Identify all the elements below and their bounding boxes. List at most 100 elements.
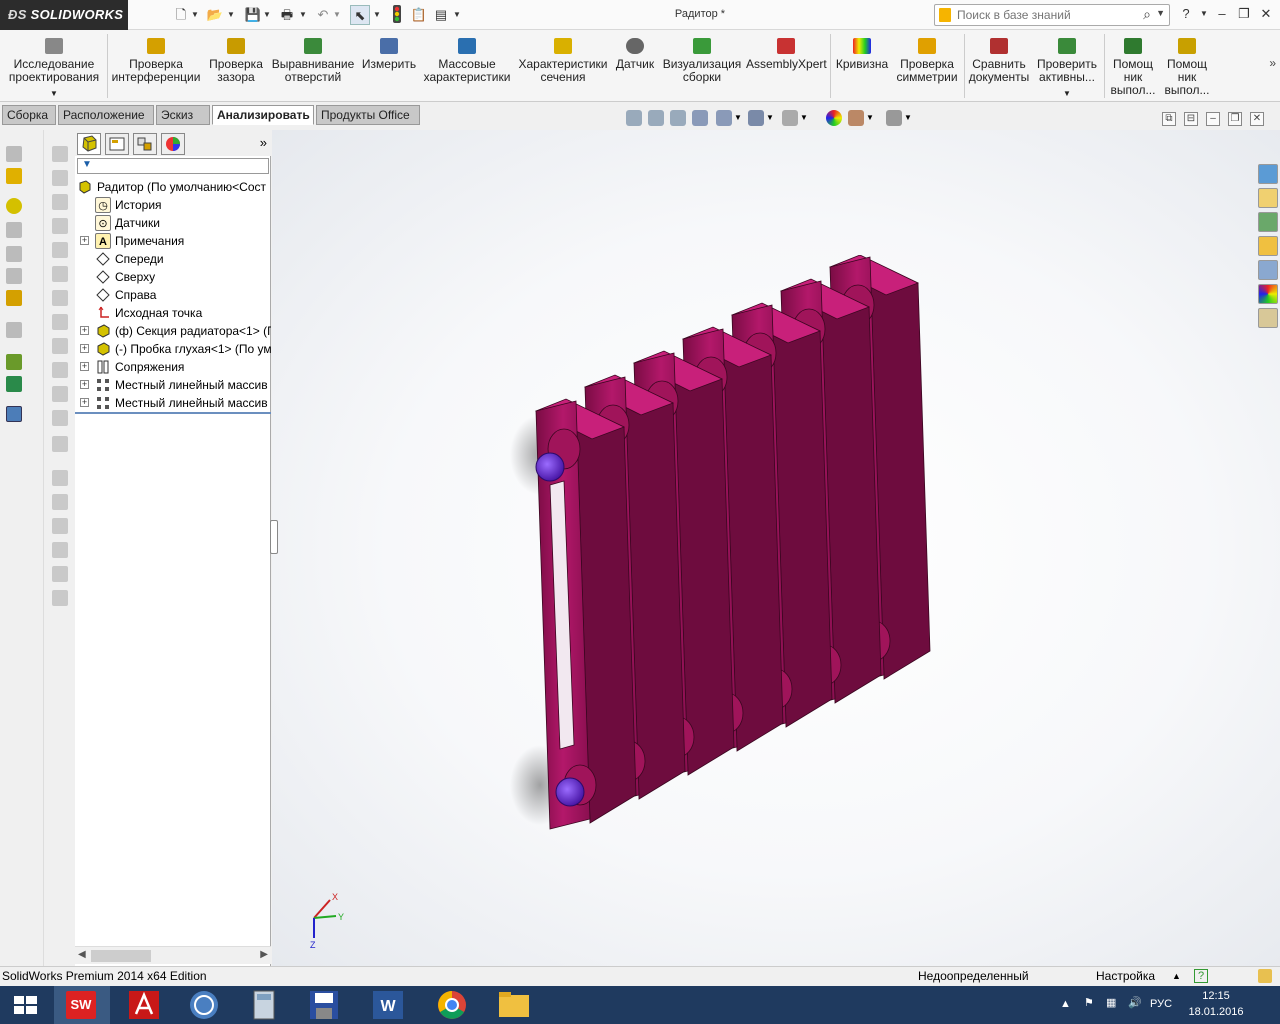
close-doc-icon[interactable]: ✕: [1250, 112, 1264, 126]
expand-icon[interactable]: +: [80, 326, 89, 335]
restore-doc-icon[interactable]: ❐: [1228, 112, 1242, 126]
previous-view-icon[interactable]: [670, 110, 686, 126]
appearances-icon[interactable]: [1258, 284, 1278, 304]
sketch-tool-icon[interactable]: [52, 266, 68, 282]
undo-icon[interactable]: ↶: [314, 5, 332, 25]
design-library-icon[interactable]: [1258, 212, 1278, 232]
minimize-doc-icon[interactable]: ‒: [1206, 112, 1220, 126]
help-icon[interactable]: ?: [1194, 969, 1208, 983]
design-study-button[interactable]: Исследование проектирования ▼: [4, 38, 104, 98]
interference-button[interactable]: Проверка интерференции: [110, 38, 202, 98]
split-view-icon[interactable]: ⧉: [1162, 112, 1176, 126]
assistant-button[interactable]: Помощ ник выпол...: [1108, 38, 1158, 98]
smart-fasteners-icon[interactable]: [6, 246, 22, 262]
scroll-left-icon[interactable]: ◀: [78, 949, 86, 960]
custom-properties-icon[interactable]: [1258, 308, 1278, 328]
tree-item-linear-pattern-1[interactable]: + Местный линейный массив: [75, 376, 271, 394]
tree-item-mates[interactable]: + Сопряжения: [75, 358, 271, 376]
clock-time[interactable]: 12:15: [1190, 990, 1242, 1002]
sketch-tool-icon[interactable]: [52, 218, 68, 234]
sensor-button[interactable]: Датчик: [612, 38, 658, 98]
hide-show-items-icon[interactable]: [782, 110, 798, 126]
symmetry-button[interactable]: Проверка симметрии: [894, 38, 960, 98]
move-component-icon[interactable]: [6, 268, 22, 284]
sketch-tool-icon[interactable]: [52, 494, 68, 510]
sketch-tool-icon[interactable]: [52, 542, 68, 558]
assistant2-button[interactable]: Помощ ник выпол...: [1162, 38, 1212, 98]
chevron-down-icon[interactable]: ▼: [372, 5, 382, 25]
tree-item-radiator-section[interactable]: + (ф) Секция радиатора<1> (П: [75, 322, 271, 340]
chevron-down-icon[interactable]: ▼: [734, 110, 742, 126]
tray-expand-icon[interactable]: ▲: [1060, 998, 1071, 1010]
sketch-tool-icon[interactable]: [52, 470, 68, 486]
ribbon-more-icon[interactable]: »: [1269, 56, 1276, 70]
tab-sketch[interactable]: Эскиз: [156, 105, 210, 125]
check-active-button[interactable]: Проверить активны... ▼: [1034, 38, 1100, 98]
file-explorer-icon[interactable]: [1258, 236, 1278, 256]
tab-evaluate[interactable]: Анализировать: [212, 105, 314, 125]
tree-item-root[interactable]: Радитор (По умолчанию<Сост: [75, 178, 271, 196]
maximize-button[interactable]: ❐: [1234, 5, 1254, 23]
search-input[interactable]: [957, 6, 1137, 24]
chevron-down-icon[interactable]: ▼: [298, 5, 308, 25]
view-orientation-icon[interactable]: [716, 110, 732, 126]
open-folder-icon[interactable]: 📂: [206, 5, 224, 25]
chevron-down-icon[interactable]: ▼: [1194, 5, 1214, 23]
chevron-up-icon[interactable]: ▲: [1172, 967, 1181, 986]
solidworks-resources-icon[interactable]: [1258, 164, 1278, 184]
volume-icon[interactable]: 🔊: [1128, 996, 1142, 1009]
bottom-plug[interactable]: [555, 777, 585, 807]
new-motion-study-icon[interactable]: [6, 376, 22, 392]
rebuild-status-icon[interactable]: [1258, 969, 1272, 983]
sketch-tool-icon[interactable]: [52, 362, 68, 378]
solidworks-logo[interactable]: ƉS SOLIDWORKS: [0, 0, 128, 30]
expand-panel-icon[interactable]: »: [260, 135, 267, 150]
tree-item-annotations[interactable]: + A Примечания: [75, 232, 271, 250]
kompas-taskbar-icon[interactable]: [176, 986, 232, 1024]
chevron-down-icon[interactable]: ▼: [1156, 8, 1165, 18]
measure-button[interactable]: Измерить: [360, 38, 418, 98]
sketch-tool-icon[interactable]: [52, 338, 68, 354]
tree-item-top-plane[interactable]: Сверху: [75, 268, 271, 286]
flag-icon[interactable]: ⚑: [1084, 996, 1094, 1009]
sketch-tool-icon[interactable]: [52, 410, 68, 426]
sketch-tool-icon[interactable]: [52, 590, 68, 606]
tree-item-front-plane[interactable]: Спереди: [75, 250, 271, 268]
edit-appearance-icon[interactable]: [826, 110, 842, 126]
chevron-down-icon[interactable]: ▼: [866, 110, 874, 126]
home-icon[interactable]: [1258, 188, 1278, 208]
tree-item-right-plane[interactable]: Справа: [75, 286, 271, 304]
options-icon[interactable]: ▤: [432, 5, 450, 25]
zoom-to-area-icon[interactable]: [648, 110, 664, 126]
curvature-button[interactable]: Кривизна: [834, 38, 890, 98]
assembly-viz-button[interactable]: Визуализация сборки: [660, 38, 744, 98]
sketch-tool-icon[interactable]: [52, 314, 68, 330]
tree-item-history[interactable]: ◷ История: [75, 196, 271, 214]
sketch-tool-icon[interactable]: [52, 170, 68, 186]
top-plug[interactable]: [535, 452, 565, 482]
chevron-down-icon[interactable]: ▼: [190, 5, 200, 25]
search-icon[interactable]: ⌕: [1143, 6, 1151, 23]
pattern-icon[interactable]: [6, 222, 22, 238]
clock-date[interactable]: 18.01.2016: [1182, 1006, 1250, 1018]
chevron-down-icon[interactable]: ▼: [452, 5, 462, 25]
rebuild-traffic-light-icon[interactable]: [390, 5, 404, 25]
mate-icon[interactable]: [6, 168, 22, 184]
new-doc-icon[interactable]: 🗋: [172, 5, 190, 25]
expand-icon[interactable]: +: [80, 362, 89, 371]
expand-icon[interactable]: +: [80, 344, 89, 353]
sketch-tool-icon[interactable]: [52, 566, 68, 582]
sketch-tool-icon[interactable]: [52, 146, 68, 162]
sketch-tool-icon[interactable]: [52, 290, 68, 306]
expand-icon[interactable]: +: [80, 236, 89, 245]
minimize-button[interactable]: ‒: [1212, 5, 1232, 23]
sketch-tool-icon[interactable]: [52, 386, 68, 402]
mass-props-button[interactable]: Массовые характеристики: [420, 38, 514, 98]
sketch-tool-icon[interactable]: [52, 518, 68, 534]
component-preview-icon[interactable]: [6, 198, 22, 214]
display-style-icon[interactable]: [748, 110, 764, 126]
insert-component-icon[interactable]: [6, 146, 22, 162]
select-arrow-icon[interactable]: ⬉: [350, 5, 370, 25]
tile-view-icon[interactable]: ⊟: [1184, 112, 1198, 126]
save-taskbar-icon[interactable]: [296, 986, 352, 1024]
